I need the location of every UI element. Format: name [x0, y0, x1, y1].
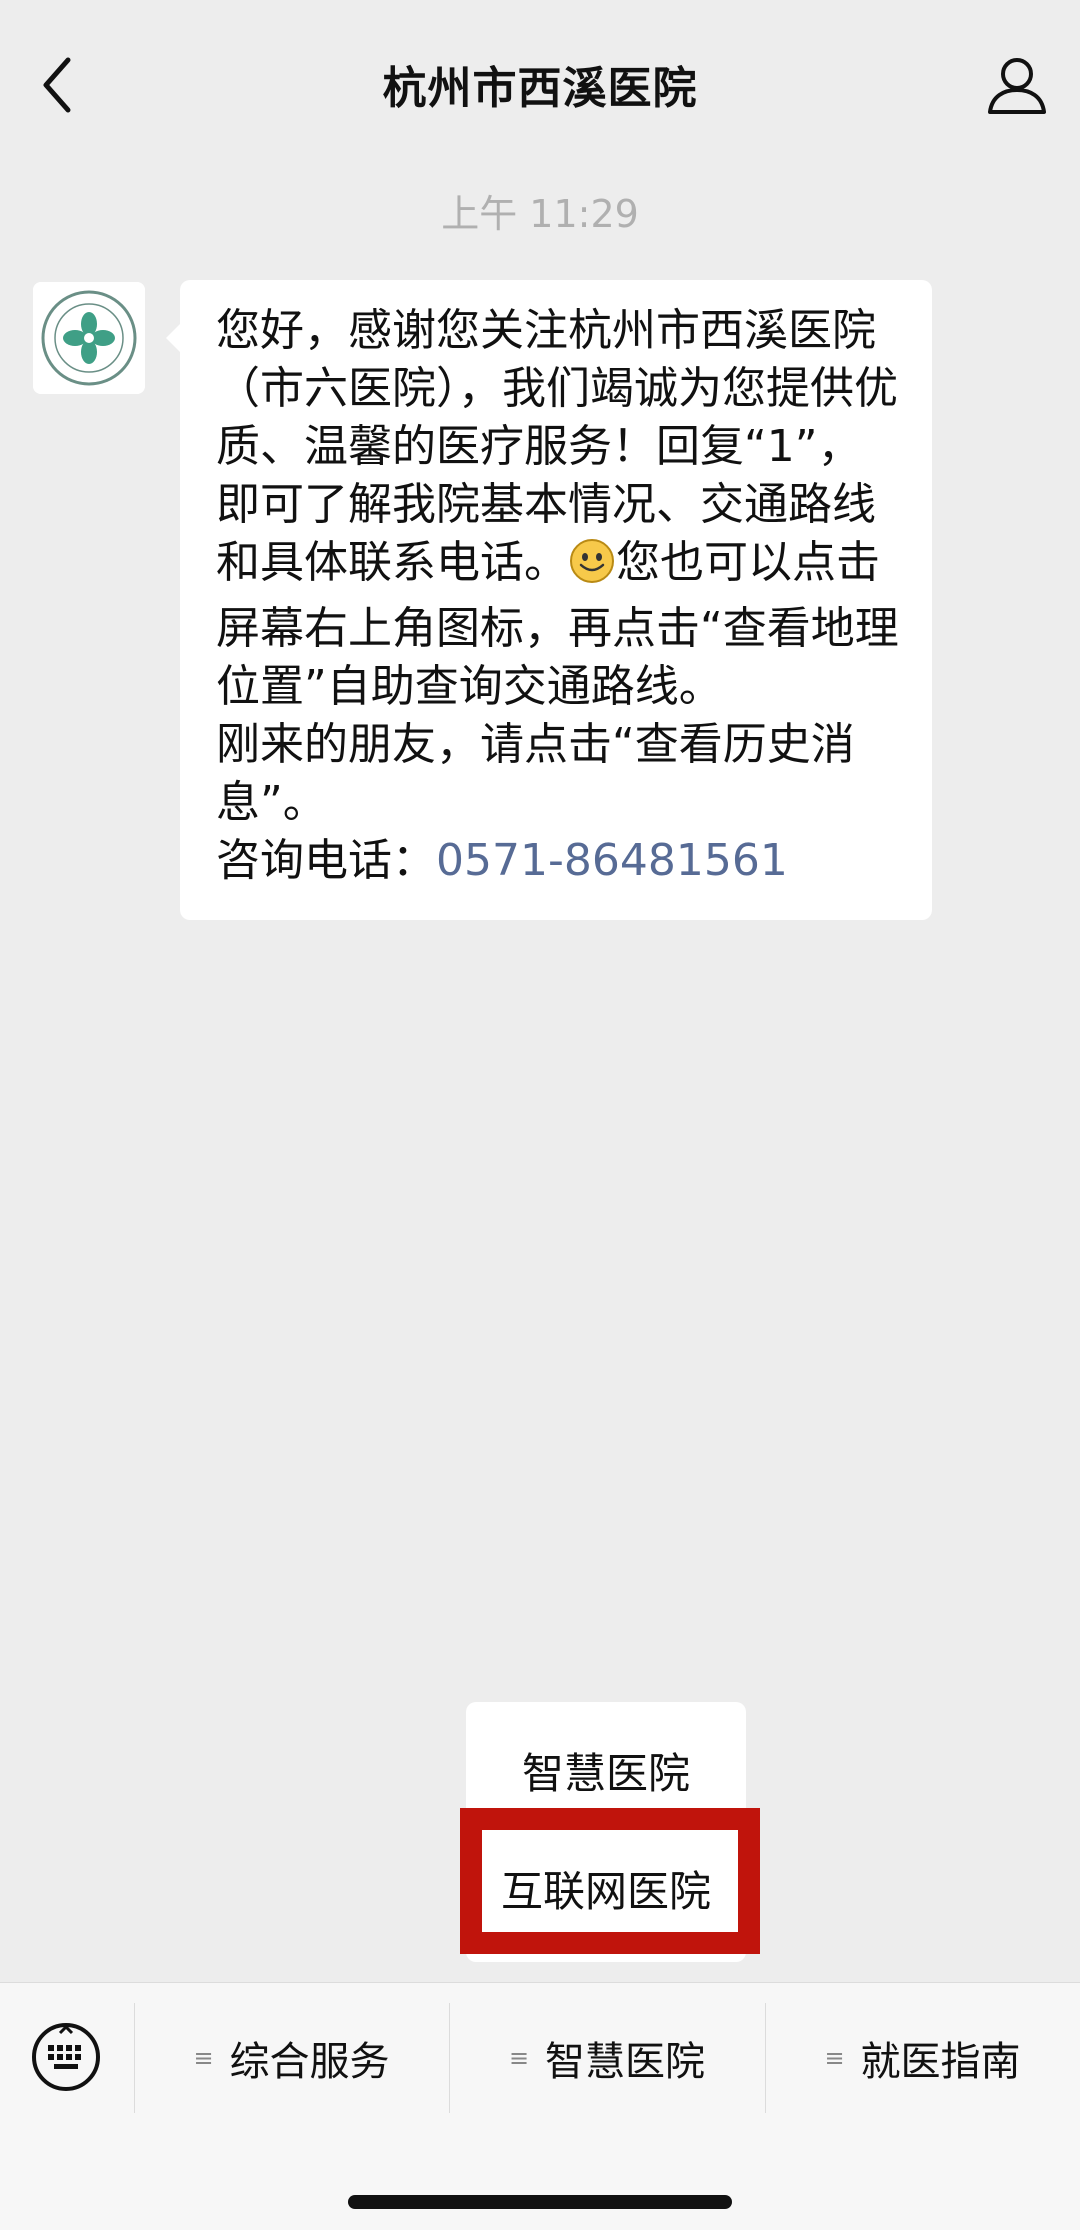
message-bubble[interactable]: 您好，感谢您关注杭州市西溪医院（市六医院），我们竭诚为您提供优质、温馨的医疗服务… [166, 280, 932, 920]
message-text: 您好，感谢您关注杭州市西溪医院（市六医院），我们竭诚为您提供优质、温馨的医疗服务… [216, 302, 902, 890]
submenu-item-internet-hospital[interactable]: 互联网医院 [466, 1858, 746, 1919]
menu-tab-label: 智慧医院 [545, 2039, 706, 2085]
message-part2: 您也可以点击屏幕右上角图标，再点击“查看地理位置”自助查询交通路线。 刚来的朋友… [216, 537, 899, 886]
menu-tab-label: 就医指南 [860, 2039, 1021, 2085]
profile-button[interactable] [982, 50, 1052, 120]
page-title: 杭州市西溪医院 [382, 63, 698, 114]
submenu-item-smart-hospital[interactable]: 智慧医院 [466, 1740, 746, 1801]
menu-tab-medical-guide[interactable]: ≡ 就医指南 [765, 2003, 1080, 2113]
smile-emoji-icon [568, 537, 616, 600]
menu-lines-icon: ≡ [193, 2044, 214, 2072]
navbar: 杭州市西溪医院 [0, 0, 1080, 170]
keyboard-toggle-button[interactable] [30, 2021, 102, 2093]
person-icon [988, 58, 1046, 114]
bottom-menu-bar: ≡ 综合服务 ≡ 智慧医院 ≡ 就医指南 [0, 1982, 1080, 2230]
home-indicator [348, 2195, 732, 2209]
keyboard-icon [32, 2023, 100, 2091]
phone-link[interactable]: 0571-86481561 [436, 835, 788, 886]
menu-lines-icon: ≡ [508, 2044, 530, 2072]
avatar[interactable] [33, 282, 145, 394]
menu-tab-comprehensive-services[interactable]: ≡ 综合服务 [134, 2003, 449, 2113]
message-timestamp: 上午 11:29 [441, 192, 639, 236]
menu-tab-smart-hospital[interactable]: ≡ 智慧医院 [449, 2003, 765, 2113]
menu-tab-label: 综合服务 [229, 2039, 390, 2085]
menu-lines-icon: ≡ [824, 2044, 845, 2072]
hospital-logo [33, 282, 145, 394]
